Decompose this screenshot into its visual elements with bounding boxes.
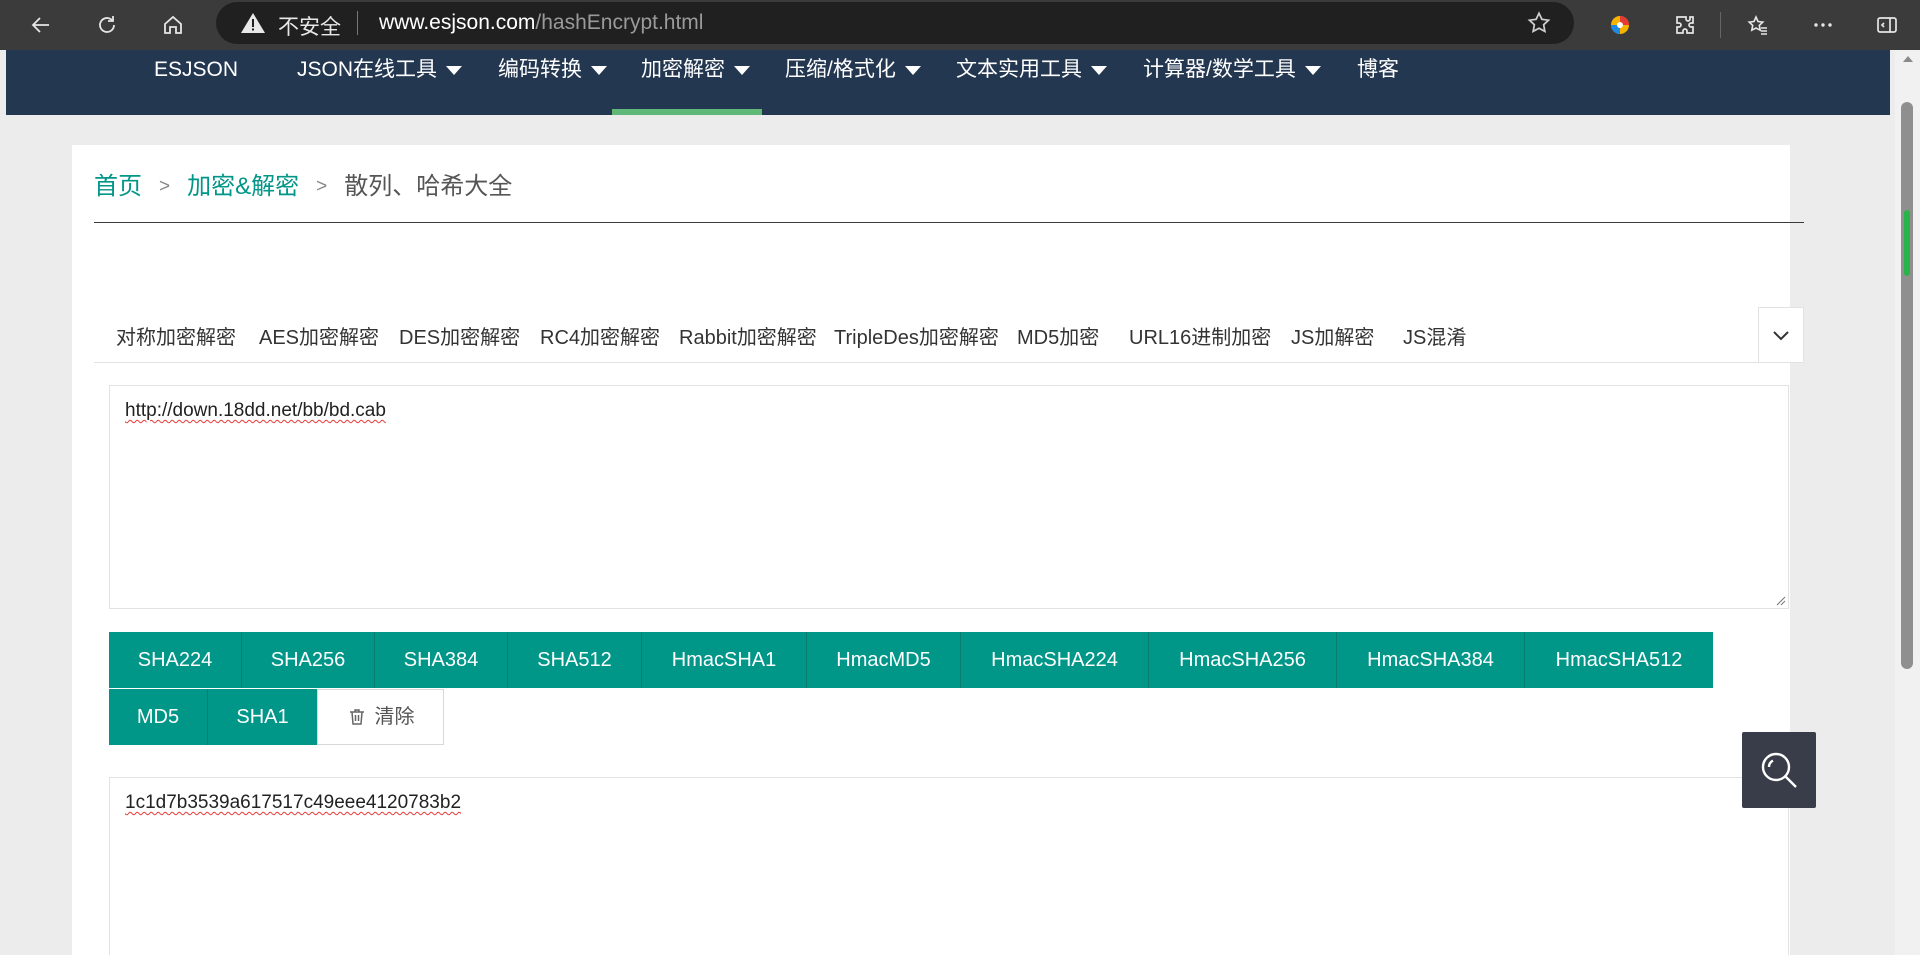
sha384-button[interactable]: SHA384	[375, 632, 508, 688]
nav-item-calculator[interactable]: 计算器/数学工具	[1143, 50, 1321, 115]
clear-button[interactable]: 清除	[317, 689, 444, 745]
tab-rabbit[interactable]: Rabbit加密解密	[679, 321, 817, 350]
sha256-button[interactable]: SHA256	[242, 632, 375, 688]
breadcrumb-separator: >	[159, 176, 171, 197]
favorites-icon[interactable]	[1741, 8, 1775, 42]
search-icon	[1761, 752, 1797, 788]
tab-js[interactable]: JS加解密	[1291, 321, 1374, 350]
extensions-puzzle-icon[interactable]	[1668, 8, 1702, 42]
site-navbar: ESJSON JSON在线工具 编码转换 加密解密 压缩/格式化 文本实用工具 …	[6, 50, 1890, 115]
tab-rc4[interactable]: RC4加密解密	[540, 321, 660, 350]
scrollbar-thumb[interactable]	[1901, 102, 1913, 669]
sha224-button[interactable]: SHA224	[109, 632, 242, 688]
breadcrumb-current: 散列、哈希大全	[344, 173, 513, 200]
browser-toolbar: 不安全 www.esjson.com/hashEncrypt.html	[0, 0, 1920, 50]
more-menu-icon[interactable]	[1806, 8, 1840, 42]
caret-down-icon	[734, 65, 750, 75]
hmacsha256-button[interactable]: HmacSHA256	[1149, 632, 1337, 688]
insecure-label[interactable]: 不安全	[278, 11, 341, 41]
nav-active-indicator	[612, 109, 762, 115]
input-value: http://down.18dd.net/bb/bd.cab	[125, 400, 386, 421]
sha512-button[interactable]: SHA512	[508, 632, 642, 688]
url-path: /hashEncrypt.html	[535, 11, 704, 34]
breadcrumb-separator: >	[316, 176, 328, 197]
nav-item-label: 文本实用工具	[956, 58, 1082, 81]
caret-down-icon	[1091, 65, 1107, 75]
nav-item-encryption[interactable]: 加密解密	[641, 50, 750, 115]
nav-item-label: 压缩/格式化	[785, 58, 896, 81]
caret-down-icon	[446, 65, 463, 75]
home-icon[interactable]	[154, 6, 192, 44]
tabs-more-button[interactable]	[1758, 307, 1804, 363]
hash-buttons-row-1: SHA224 SHA256 SHA384 SHA512 HmacSHA1 Hma…	[109, 632, 1713, 688]
nav-item-label: JSON在线工具	[297, 58, 438, 81]
page-scrollbar[interactable]	[1895, 50, 1920, 955]
trash-icon	[349, 709, 364, 725]
url-host: www.esjson.com	[379, 11, 536, 34]
nav-item-label: 计算器/数学工具	[1143, 58, 1296, 81]
tab-tripledes[interactable]: TripleDes加密解密	[834, 321, 999, 350]
tab-js-obfuscate[interactable]: JS混淆	[1403, 321, 1466, 350]
main-card: 首页 > 加密&解密 > 散列、哈希大全 对称加密解密 AES加密解密 DES加密解密 …	[72, 145, 1804, 955]
chevron-down-icon	[1773, 331, 1789, 341]
toolbar-divider	[1720, 12, 1721, 38]
omnibox-divider	[357, 11, 358, 35]
hmacmd5-button[interactable]: HmacMD5	[807, 632, 961, 688]
nav-item-json-tools[interactable]: JSON在线工具	[297, 50, 463, 115]
caret-down-icon	[591, 65, 607, 75]
breadcrumb: 首页 > 加密&解密 > 散列、哈希大全	[94, 166, 512, 201]
sidebar-toggle-icon[interactable]	[1870, 8, 1904, 42]
output-textarea[interactable]: 1c1d7b3539a617517c49eee4120783b2	[109, 777, 1789, 955]
breadcrumb-category[interactable]: 加密&解密	[187, 173, 299, 200]
scroll-up-icon[interactable]	[1903, 56, 1913, 62]
md5-button[interactable]: MD5	[109, 689, 208, 745]
page-viewport: ESJSON JSON在线工具 编码转换 加密解密 压缩/格式化 文本实用工具 …	[0, 50, 1920, 955]
extension-icon[interactable]	[1603, 8, 1637, 42]
output-value: 1c1d7b3539a617517c49eee4120783b2	[125, 792, 462, 813]
hmacsha1-button[interactable]: HmacSHA1	[642, 632, 807, 688]
hmacsha512-button[interactable]: HmacSHA512	[1525, 632, 1713, 688]
star-icon[interactable]	[1526, 10, 1552, 36]
nav-item-text-tools[interactable]: 文本实用工具	[956, 50, 1107, 115]
scrollbar-find-marker	[1904, 210, 1910, 276]
nav-item-blog[interactable]: 博客	[1357, 50, 1399, 115]
url-text[interactable]: www.esjson.com/hashEncrypt.html	[379, 11, 703, 35]
refresh-icon[interactable]	[88, 6, 126, 44]
tab-des[interactable]: DES加密解密	[399, 321, 520, 350]
clear-label: 清除	[374, 706, 415, 728]
caret-down-icon	[1304, 65, 1321, 75]
tab-url16[interactable]: URL16进制加密	[1129, 321, 1271, 350]
hash-buttons-row-2: MD5 SHA1 清除	[109, 689, 444, 745]
tool-tabs: 对称加密解密 AES加密解密 DES加密解密 RC4加密解密 Rabbit加密解…	[94, 307, 1804, 363]
nav-item-label: 加密解密	[641, 58, 725, 81]
nav-item-encoding[interactable]: 编码转换	[498, 50, 607, 115]
tab-md5[interactable]: MD5加密	[1017, 321, 1099, 350]
breadcrumb-divider	[94, 222, 1804, 223]
sha1-button[interactable]: SHA1	[208, 689, 317, 745]
warning-icon[interactable]	[240, 11, 266, 35]
tab-symmetric[interactable]: 对称加密解密	[116, 321, 236, 350]
address-bar[interactable]: 不安全 www.esjson.com/hashEncrypt.html	[216, 2, 1574, 44]
tab-aes[interactable]: AES加密解密	[259, 321, 379, 350]
nav-item-compress[interactable]: 压缩/格式化	[785, 50, 921, 115]
search-fab-button[interactable]	[1742, 732, 1816, 808]
hmacsha224-button[interactable]: HmacSHA224	[961, 632, 1149, 688]
hmacsha384-button[interactable]: HmacSHA384	[1337, 632, 1525, 688]
breadcrumb-home[interactable]: 首页	[94, 173, 142, 200]
caret-down-icon	[904, 65, 921, 75]
back-arrow-icon[interactable]	[22, 6, 60, 44]
nav-item-label: 博客	[1357, 58, 1399, 81]
nav-brand[interactable]: ESJSON	[154, 50, 238, 115]
resize-grip-icon[interactable]	[1774, 594, 1786, 606]
input-textarea[interactable]: http://down.18dd.net/bb/bd.cab	[109, 385, 1789, 609]
nav-item-label: 编码转换	[498, 58, 582, 81]
